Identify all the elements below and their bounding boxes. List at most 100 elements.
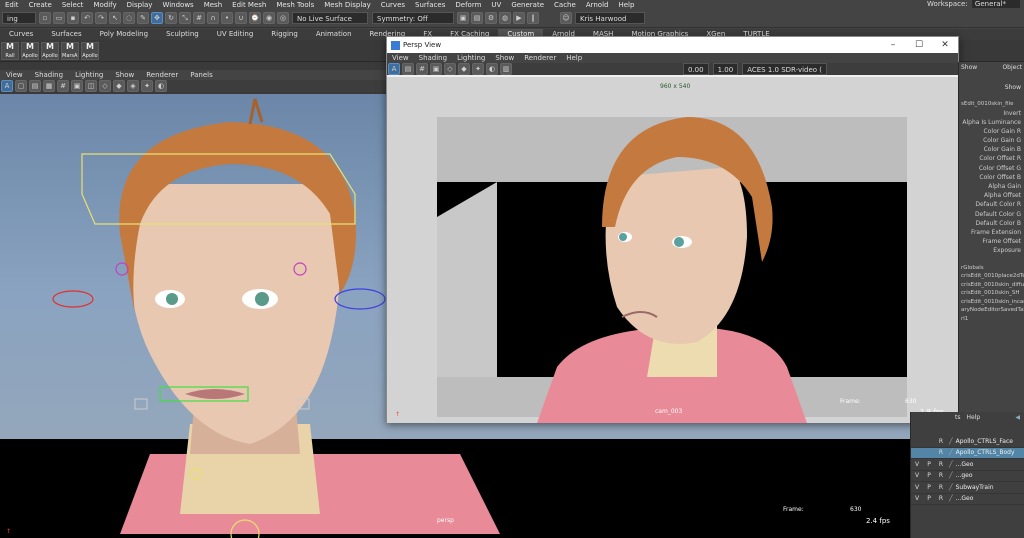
menu-modify[interactable]: Modify: [88, 1, 121, 9]
layer-visibility-toggle[interactable]: V: [911, 484, 923, 491]
shelf-button-apollo-1[interactable]: M Apollo: [21, 41, 39, 60]
node-item[interactable]: aryNodeEditorSavedTab: [959, 306, 1024, 315]
redo-icon[interactable]: ↷: [95, 12, 107, 24]
persp-shade-icon[interactable]: ◆: [458, 63, 470, 75]
rotate-tool-icon[interactable]: ↻: [165, 12, 177, 24]
viewport-menu-view[interactable]: View: [0, 71, 29, 79]
node-item[interactable]: crisEdit_0010skin_diffu: [959, 281, 1024, 290]
persp-view-window[interactable]: Persp View – ☐ ✕ View Shading Lighting S…: [386, 36, 959, 423]
persp-menu-shading[interactable]: Shading: [414, 54, 452, 62]
shelf-button-apollo-3[interactable]: M Apollo: [81, 41, 99, 60]
menu-deform[interactable]: Deform: [450, 1, 486, 9]
viewport-menu-show[interactable]: Show: [109, 71, 140, 79]
menu-select[interactable]: Select: [57, 1, 89, 9]
persp-hud-icon[interactable]: ▥: [500, 63, 512, 75]
layer-playback-toggle[interactable]: P: [923, 495, 935, 502]
menu-create[interactable]: Create: [24, 1, 57, 9]
attr-default-color-g[interactable]: Default Color G: [959, 210, 1024, 219]
select-icon[interactable]: ↖: [109, 12, 121, 24]
layer-row[interactable]: V P R ╱ ...Geo: [911, 459, 1024, 471]
node-item[interactable]: rGlobals: [959, 264, 1024, 273]
attr-tab-show[interactable]: Show: [961, 64, 977, 71]
gamma-field[interactable]: 1.00: [712, 63, 739, 75]
user-account-dropdown[interactable]: Kris Harwood: [575, 12, 645, 24]
tab-animation[interactable]: Animation: [307, 29, 361, 40]
persp-gate-icon[interactable]: ▣: [430, 63, 442, 75]
open-scene-icon[interactable]: ▭: [53, 12, 65, 24]
layer-reference-toggle[interactable]: R: [935, 472, 947, 479]
arnold-render-icon[interactable]: ▶: [513, 12, 525, 24]
node-item[interactable]: crisEdit_0010skin_incan: [959, 298, 1024, 307]
layer-reference-toggle[interactable]: R: [935, 495, 947, 502]
snap-curve-icon[interactable]: ∩: [207, 12, 219, 24]
minimize-button[interactable]: –: [880, 39, 906, 51]
layer-menu-help[interactable]: Help: [966, 414, 980, 421]
hypershade-icon[interactable]: ◍: [499, 12, 511, 24]
exposure-field[interactable]: 0.00: [683, 63, 709, 75]
film-gate-icon[interactable]: ▣: [71, 80, 83, 92]
viewport-menu-shading[interactable]: Shading: [29, 71, 69, 79]
xray-icon[interactable]: ◐: [155, 80, 167, 92]
persp-menu-help[interactable]: Help: [561, 54, 587, 62]
layer-playback-toggle[interactable]: P: [923, 484, 935, 491]
scale-tool-icon[interactable]: ⤡: [179, 12, 191, 24]
textured-icon[interactable]: ◈: [127, 80, 139, 92]
layer-visibility-toggle[interactable]: V: [911, 495, 923, 502]
render-icon[interactable]: ◉: [263, 12, 275, 24]
layer-row[interactable]: R ╱ Apollo_CTRLS_Body: [911, 447, 1024, 459]
tab-sculpting[interactable]: Sculpting: [157, 29, 208, 40]
menu-mesh-display[interactable]: Mesh Display: [319, 1, 375, 9]
viewport-menu-lighting[interactable]: Lighting: [69, 71, 109, 79]
persp-grid-icon[interactable]: #: [416, 63, 428, 75]
attr-color-gain-r[interactable]: Color Gain R: [959, 127, 1024, 136]
layer-row[interactable]: R ╱ Apollo_CTRLS_Face: [911, 436, 1024, 448]
ipr-icon[interactable]: ▤: [471, 12, 483, 24]
left-eye-control[interactable]: [52, 290, 94, 308]
tab-uv-editing[interactable]: UV Editing: [208, 29, 263, 40]
jaw-control-left[interactable]: [134, 398, 148, 410]
image-plane-icon[interactable]: ▦: [43, 80, 55, 92]
node-item[interactable]: rl1: [959, 315, 1024, 324]
layer-reference-toggle[interactable]: R: [935, 449, 947, 456]
attr-color-gain-g[interactable]: Color Gain G: [959, 136, 1024, 145]
menu-mesh-tools[interactable]: Mesh Tools: [271, 1, 319, 9]
snap-point-icon[interactable]: •: [221, 12, 233, 24]
camera-attr-icon[interactable]: ▢: [15, 80, 27, 92]
shelf-button-apollo-2[interactable]: M Apollo: [41, 41, 59, 60]
menu-surfaces[interactable]: Surfaces: [410, 1, 450, 9]
persp-viewport[interactable]: 960 x 540 cam_003 Frame: 630 1.8 fps ↑: [387, 77, 958, 423]
render-frame-icon[interactable]: ▣: [457, 12, 469, 24]
menu-edit[interactable]: Edit: [0, 1, 24, 9]
grid-icon[interactable]: #: [57, 80, 69, 92]
close-button[interactable]: ✕: [932, 39, 958, 51]
menu-windows[interactable]: Windows: [157, 1, 198, 9]
menu-set-dropdown[interactable]: ing: [2, 12, 36, 24]
viewport-menu-panels[interactable]: Panels: [184, 71, 219, 79]
maximize-button[interactable]: ☐: [906, 39, 932, 51]
layer-reference-toggle[interactable]: R: [935, 484, 947, 491]
menu-generate[interactable]: Generate: [506, 1, 549, 9]
attr-tab-show-2[interactable]: Show: [959, 84, 1024, 94]
node-item[interactable]: crisEdit_0010skin_SH: [959, 289, 1024, 298]
attr-color-gain-b[interactable]: Color Gain B: [959, 145, 1024, 154]
save-scene-icon[interactable]: ▪: [67, 12, 79, 24]
menu-mesh[interactable]: Mesh: [199, 1, 227, 9]
layer-options-icon[interactable]: ◀: [1015, 414, 1020, 421]
persp-isolate-icon[interactable]: ◐: [486, 63, 498, 75]
camera-select-icon[interactable]: A: [1, 80, 13, 92]
menu-arnold[interactable]: Arnold: [581, 1, 614, 9]
brow-control-l[interactable]: [115, 262, 129, 276]
attr-alpha-is-luminance[interactable]: Alpha Is Luminance: [959, 118, 1024, 127]
persp-camera-icon[interactable]: A: [388, 63, 400, 75]
resolution-gate-icon[interactable]: ◫: [85, 80, 97, 92]
menu-curves[interactable]: Curves: [376, 1, 410, 9]
user-icon[interactable]: ☺: [560, 12, 572, 24]
node-item[interactable]: crisEdit_0010place2dTex: [959, 272, 1024, 281]
bookmark-icon[interactable]: ▤: [29, 80, 41, 92]
persp-wire-icon[interactable]: ◇: [444, 63, 456, 75]
magnet-icon[interactable]: ∪: [235, 12, 247, 24]
menu-edit-mesh[interactable]: Edit Mesh: [227, 1, 271, 9]
workspace-selector[interactable]: Workspace: General*: [927, 0, 1020, 8]
persp-bookmark-icon[interactable]: ▤: [402, 63, 414, 75]
layer-visibility-toggle[interactable]: V: [911, 472, 923, 479]
